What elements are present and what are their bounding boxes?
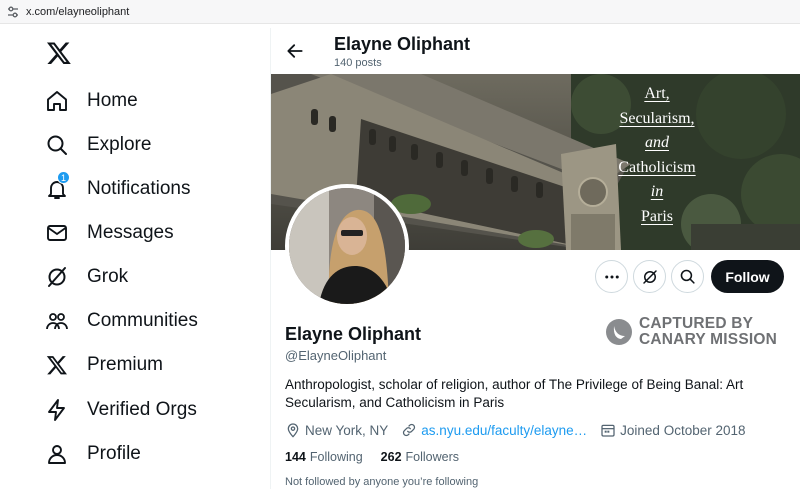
banner-title: Art, Secularism, and Catholicism in Pari… (601, 82, 713, 229)
search-profile-button[interactable] (671, 260, 704, 293)
sidebar-item-label: Profile (87, 443, 141, 464)
sidebar-item-label: Verified Orgs (87, 399, 197, 420)
website-link[interactable]: as.nyu.edu/faculty/elayne… (421, 423, 587, 438)
followers-count: 262 (380, 450, 402, 464)
banner-line: in (650, 183, 664, 200)
people-icon (44, 308, 70, 334)
not-followed-note: Not followed by anyone you’re following (285, 476, 479, 488)
watermark-line2: CANARY MISSION (639, 331, 778, 348)
ellipsis-icon (604, 275, 619, 278)
grok-icon (642, 269, 657, 284)
location: New York, NY (285, 422, 388, 438)
avatar-photo (289, 188, 405, 304)
back-arrow-icon[interactable] (285, 41, 305, 61)
site-settings-icon[interactable] (6, 5, 20, 19)
sidebar-item-communities[interactable]: Communities (44, 301, 198, 341)
x-logo-icon (44, 352, 70, 378)
watermark-line1: CAPTURED BY (639, 315, 754, 332)
more-options-button[interactable] (595, 260, 628, 293)
envelope-icon (44, 220, 70, 246)
follow-button[interactable]: Follow (711, 260, 784, 293)
banner-line: Catholicism (618, 158, 696, 176)
sidebar-item-profile[interactable]: Profile (44, 434, 141, 474)
sidebar-item-home[interactable]: Home (44, 81, 138, 121)
location-text: New York, NY (305, 422, 389, 438)
sidebar-item-grok[interactable]: Grok (44, 257, 128, 297)
sidebar-item-label: Grok (87, 266, 129, 287)
calendar-icon (601, 424, 615, 437)
search-icon (680, 269, 695, 284)
profile-handle: @ElayneOliphant (285, 348, 387, 363)
profile-meta: New York, NY as.nyu.edu/faculty/elayne… … (285, 421, 759, 439)
banner-line: and (645, 134, 669, 151)
following-link[interactable]: 144 Following (285, 450, 363, 464)
followers-label: Followers (405, 450, 460, 464)
profile-bio: Anthropologist, scholar of religion, aut… (285, 377, 744, 410)
search-icon (44, 132, 70, 158)
grok-icon (44, 264, 70, 290)
profile-display-name: Elayne Oliphant (285, 324, 422, 344)
followers-link[interactable]: 262 Followers (381, 450, 459, 464)
avatar[interactable] (285, 184, 409, 308)
sidebar-item-label: Home (87, 90, 138, 111)
bell-icon: 1 (44, 171, 70, 202)
sidebar-item-label: Explore (87, 134, 152, 155)
profile-header-bar: Elayne Oliphant 140 posts (271, 24, 800, 74)
header-display-name: Elayne Oliphant (334, 34, 471, 54)
following-label: Following (309, 450, 363, 464)
sidebar-item-explore[interactable]: Explore (44, 125, 151, 165)
canary-logo-icon (606, 319, 632, 345)
sidebar-item-label: Communities (87, 310, 198, 331)
joined-date: Joined October 2018 (600, 422, 746, 438)
header-post-count: 140 posts (334, 57, 382, 69)
follow-counts: 144 Following 262 Followers (285, 450, 477, 464)
sidebar-item-label: Notifications (87, 178, 191, 199)
profile-column: Elayne Oliphant 140 posts Art, Secularis… (271, 24, 800, 489)
banner-line: Paris (641, 207, 673, 225)
website[interactable]: as.nyu.edu/faculty/elayne… (401, 422, 587, 438)
location-pin-icon (287, 423, 299, 438)
joined-text: Joined October 2018 (620, 422, 746, 438)
following-count: 144 (285, 450, 306, 464)
sidebar-item-verified-orgs[interactable]: Verified Orgs (44, 390, 197, 430)
sidebar-item-messages[interactable]: Messages (44, 213, 174, 253)
sidebar-item-label: Premium (87, 354, 164, 375)
link-icon (403, 423, 416, 437)
person-icon (44, 441, 70, 467)
notification-badge: 1 (57, 171, 70, 184)
grok-button[interactable] (633, 260, 666, 293)
x-logo-icon[interactable] (46, 40, 72, 66)
sidebar-nav: Home Explore 1 Notifications Messages Gr… (0, 24, 270, 489)
sidebar-item-premium[interactable]: Premium (44, 345, 163, 385)
banner-line: Secularism, (619, 109, 695, 127)
banner-line: Art, (644, 85, 670, 102)
home-icon (44, 88, 70, 114)
sidebar-item-notifications[interactable]: 1 Notifications (44, 169, 191, 209)
sidebar-item-label: Messages (87, 222, 174, 243)
browser-url-bar[interactable]: x.com/elayneoliphant (0, 0, 800, 24)
url-text[interactable]: x.com/elayneoliphant (26, 6, 129, 18)
canary-mission-watermark: CAPTURED BY CANARY MISSION (605, 316, 777, 348)
lightning-icon (44, 397, 70, 423)
